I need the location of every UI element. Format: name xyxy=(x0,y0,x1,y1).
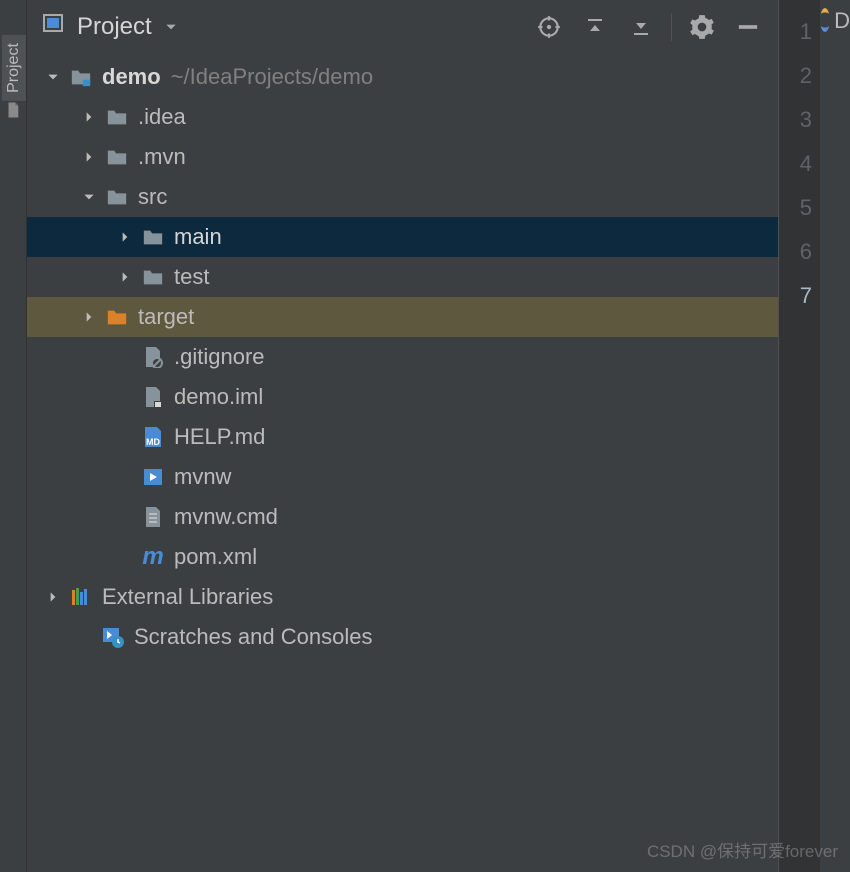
tree-item-demo[interactable]: demo ~/IdeaProjects/demo xyxy=(27,57,778,97)
hide-icon[interactable] xyxy=(732,11,764,43)
tree-item-mvnw[interactable]: mvnw xyxy=(27,457,778,497)
tree-item-path: ~/IdeaProjects/demo xyxy=(171,64,373,90)
tree-item-label: HELP.md xyxy=(174,424,265,450)
project-header: Project xyxy=(27,0,778,53)
tree-item-label: target xyxy=(138,304,194,330)
expand-arrow-icon[interactable] xyxy=(40,70,66,84)
folder-icon xyxy=(102,107,132,127)
settings-gear-icon[interactable] xyxy=(686,11,718,43)
tree-item-extlib[interactable]: External Libraries xyxy=(27,577,778,617)
project-tree[interactable]: demo ~/IdeaProjects/demo .idea .mvn srcmain t… xyxy=(27,53,778,872)
tree-item-target[interactable]: target xyxy=(27,297,778,337)
tree-item-demoiml[interactable]: demo.iml xyxy=(27,377,778,417)
tree-item-label: src xyxy=(138,184,167,210)
dropdown-icon[interactable] xyxy=(164,13,178,41)
tree-item-idea[interactable]: .idea xyxy=(27,97,778,137)
tree-item-gitignore[interactable]: .gitignore xyxy=(27,337,778,377)
tool-window-stripe: Project xyxy=(0,0,27,872)
folder-icon xyxy=(138,267,168,287)
run-config-icon xyxy=(820,8,830,32)
tree-item-test[interactable]: test xyxy=(27,257,778,297)
expand-arrow-icon[interactable] xyxy=(40,590,66,604)
editor-gutter: 1234567 xyxy=(779,0,820,872)
collapsed-file-icon[interactable] xyxy=(3,100,23,120)
line-number: 1 xyxy=(779,10,812,54)
maven-icon: m xyxy=(138,543,168,571)
expand-all-icon[interactable] xyxy=(579,11,611,43)
line-number: 3 xyxy=(779,98,812,142)
expand-arrow-icon[interactable] xyxy=(76,110,102,124)
line-number: 7 xyxy=(779,274,812,318)
file-md-icon: MD xyxy=(138,426,168,448)
locate-icon[interactable] xyxy=(533,11,565,43)
folder-icon xyxy=(138,227,168,247)
expand-arrow-icon[interactable] xyxy=(76,150,102,164)
file-iml-icon xyxy=(138,386,168,408)
line-number: 6 xyxy=(779,230,812,274)
folder-icon xyxy=(102,147,132,167)
collapse-all-icon[interactable] xyxy=(625,11,657,43)
file-ignore-icon xyxy=(138,346,168,368)
tree-item-mvn[interactable]: .mvn xyxy=(27,137,778,177)
expand-arrow-icon[interactable] xyxy=(76,310,102,324)
tree-item-label: Scratches and Consoles xyxy=(134,624,372,650)
tree-item-label: External Libraries xyxy=(102,584,273,610)
tree-item-label: mvnw xyxy=(174,464,231,490)
tree-item-pom[interactable]: mpom.xml xyxy=(27,537,778,577)
file-run-icon xyxy=(138,467,168,487)
tree-item-label: mvnw.cmd xyxy=(174,504,278,530)
tree-item-label: .idea xyxy=(138,104,186,130)
tree-item-src[interactable]: src xyxy=(27,177,778,217)
tree-item-label: .mvn xyxy=(138,144,186,170)
editor-tab-strip[interactable]: D xyxy=(820,0,850,872)
line-number: 2 xyxy=(779,54,812,98)
file-txt-icon xyxy=(138,506,168,528)
folder-icon xyxy=(102,187,132,207)
tree-item-label: main xyxy=(174,224,222,250)
module-icon xyxy=(66,67,96,87)
svg-text:MD: MD xyxy=(146,437,160,447)
tree-item-main[interactable]: main xyxy=(27,217,778,257)
watermark: CSDN @保持可爱forever xyxy=(647,837,838,862)
expand-arrow-icon[interactable] xyxy=(76,190,102,204)
project-toolwindow-tab[interactable]: Project xyxy=(2,35,26,101)
tree-item-scratch[interactable]: Scratches and Consoles xyxy=(27,617,778,657)
editor-tab-label: D xyxy=(834,8,850,34)
tree-item-label: .gitignore xyxy=(174,344,265,370)
expand-arrow-icon[interactable] xyxy=(112,270,138,284)
tree-item-label: pom.xml xyxy=(174,544,257,570)
expand-arrow-icon[interactable] xyxy=(112,230,138,244)
scratch-icon xyxy=(98,626,128,648)
tree-item-label: demo.iml xyxy=(174,384,263,410)
project-view-icon xyxy=(41,11,65,42)
project-tool-window: Project demo~/IdeaProject xyxy=(27,0,779,872)
line-number: 4 xyxy=(779,142,812,186)
tree-item-label: test xyxy=(174,264,209,290)
project-title: Project xyxy=(77,13,152,41)
folder-orange-icon xyxy=(102,307,132,327)
tree-item-mvnwcmd[interactable]: mvnw.cmd xyxy=(27,497,778,537)
tree-item-helpmd[interactable]: MD HELP.md xyxy=(27,417,778,457)
separator xyxy=(671,13,672,41)
tree-item-label: demo xyxy=(102,64,161,90)
libraries-icon xyxy=(66,586,96,608)
line-number: 5 xyxy=(779,186,812,230)
